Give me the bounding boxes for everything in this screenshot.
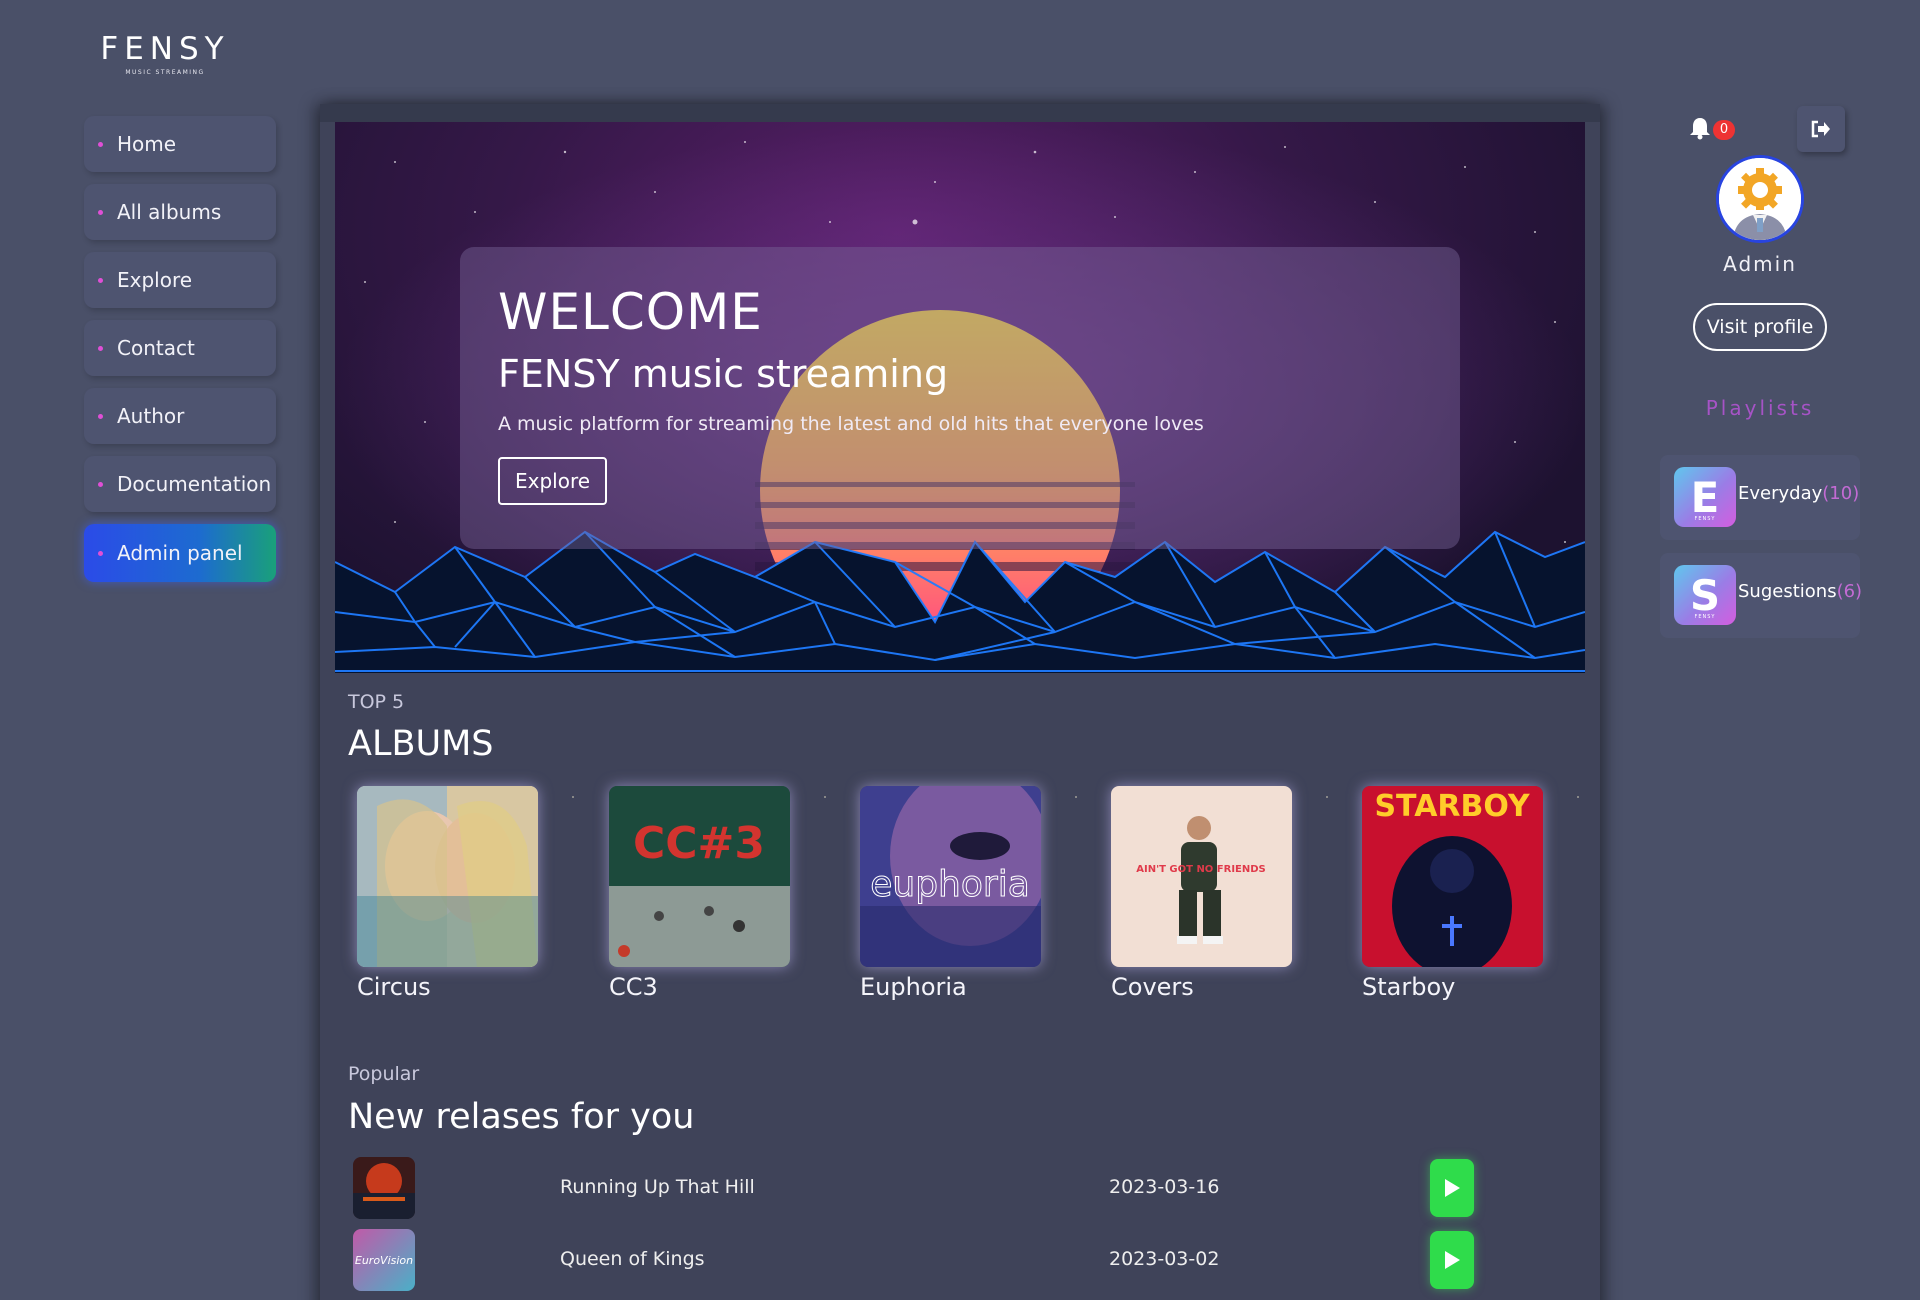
nav-item-label: Contact — [117, 336, 195, 360]
playlists-heading: Playlists — [1705, 396, 1815, 420]
album-title: Covers — [1111, 973, 1194, 1001]
main-content: WELCOME FENSY music streaming A music pl… — [320, 104, 1600, 1300]
track-title: Running Up That Hill — [560, 1176, 755, 1198]
playlist-icon: E FENSY — [1674, 467, 1736, 527]
nav-item-documentation[interactable]: Documentation — [84, 456, 276, 512]
nav-item-label: Explore — [117, 268, 193, 292]
hero-title: WELCOME — [498, 283, 763, 341]
avatar[interactable] — [1716, 155, 1804, 243]
album-card-cc3[interactable]: CC#3 CC3 — [609, 786, 790, 1001]
starboy-cover-text: STARBOY — [1374, 789, 1530, 824]
separator-dot — [1075, 796, 1077, 798]
play-button[interactable] — [1430, 1231, 1474, 1289]
bell-icon[interactable] — [1689, 116, 1711, 144]
explore-button[interactable]: Explore — [498, 457, 608, 505]
album-cover-image[interactable]: STARBOY — [1362, 786, 1543, 967]
albums-kicker: TOP 5 — [348, 691, 405, 713]
album-title: Circus — [357, 973, 431, 1001]
releases-heading: New relases for you — [348, 1097, 695, 1137]
track-title: Queen of Kings — [560, 1248, 705, 1270]
nav-item-contact[interactable]: Contact — [84, 320, 276, 376]
album-cover-image[interactable] — [357, 786, 538, 967]
playlist-item-sugestions[interactable]: S FENSY Sugestions(6) — [1660, 553, 1863, 638]
release-date: 2023-03-16 — [1109, 1176, 1220, 1198]
nav-item-label: Documentation — [117, 472, 272, 496]
nav-item-admin-panel[interactable]: Admin panel — [84, 524, 276, 582]
album-cover-image[interactable]: CC#3 — [609, 786, 790, 967]
bullet-icon — [98, 550, 103, 556]
logout-button[interactable] — [1797, 106, 1845, 152]
album-card-starboy[interactable]: STARBOY Starboy — [1362, 786, 1543, 1001]
nav-item-label: Author — [117, 404, 185, 428]
visit-profile-button[interactable]: Visit profile — [1693, 303, 1827, 351]
covers-cover-text: AIN'T GOT NO FRIENDS — [1136, 864, 1266, 875]
album-title: CC3 — [609, 973, 658, 1001]
nav-item-all-albums[interactable]: All albums — [84, 184, 276, 240]
logo-tagline: MUSIC STREAMING — [125, 69, 205, 76]
playlist-count: (6) — [1836, 581, 1863, 602]
cc3-cover-art: CC#3 — [609, 786, 790, 967]
album-cover-image[interactable]: AIN'T GOT NO FRIENDS — [1111, 786, 1292, 967]
play-icon — [1445, 1251, 1460, 1269]
app-logo[interactable]: FENSY MUSIC STREAMING — [94, 31, 236, 77]
album-cover-image[interactable]: euphoria — [860, 786, 1041, 967]
separator-dot — [824, 796, 826, 798]
nav-item-explore[interactable]: Explore — [84, 252, 276, 308]
nav-item-label: All albums — [117, 200, 222, 224]
bullet-icon — [98, 209, 103, 215]
releases-kicker: Popular — [348, 1063, 420, 1085]
cc3-cover-text: CC#3 — [633, 818, 765, 869]
album-title: Starboy — [1362, 973, 1456, 1001]
bullet-icon — [98, 413, 103, 419]
separator-dot — [1326, 796, 1328, 798]
logo-wordmark: FENSY — [100, 31, 230, 67]
playlist-icon: S FENSY — [1674, 565, 1736, 625]
nav-item-label: Home — [117, 132, 177, 156]
nav-item-home[interactable]: Home — [84, 116, 276, 172]
album-card-circus[interactable]: Circus — [357, 786, 538, 1001]
logout-icon — [1811, 120, 1830, 138]
list-item[interactable]: Running Up That Hill 2023-03-16 — [353, 1152, 1553, 1224]
play-icon — [1445, 1179, 1460, 1197]
album-card-euphoria[interactable]: euphoria Euphoria — [860, 786, 1041, 1001]
play-button[interactable] — [1430, 1159, 1474, 1217]
user-name: Admin — [1723, 252, 1797, 276]
playlist-count: (10) — [1822, 483, 1860, 504]
svg-text:EuroVision: EuroVision — [355, 1254, 413, 1267]
playlist-item-everyday[interactable]: E FENSY Everyday(10) — [1660, 455, 1860, 540]
euphoria-cover-art: euphoria — [860, 786, 1041, 967]
nav-item-label: Admin panel — [117, 541, 243, 565]
hero-description: A music platform for streaming the lates… — [498, 413, 1204, 435]
nav-item-author[interactable]: Author — [84, 388, 276, 444]
bullet-icon — [98, 277, 103, 283]
eurovision-thumb: EuroVision — [353, 1229, 415, 1291]
album-title: Euphoria — [860, 973, 967, 1001]
albums-heading: ALBUMS — [348, 724, 494, 764]
releases-list: Running Up That Hill 2023-03-16 EuroVisi… — [353, 1152, 1553, 1296]
stranger-things-thumb — [353, 1157, 415, 1219]
playlist-name: Everyday — [1738, 483, 1823, 504]
admin-avatar-icon — [1719, 158, 1801, 240]
sidebar-nav: Home All albums Explore Contact Author D… — [84, 116, 276, 594]
hero-banner: WELCOME FENSY music streaming A music pl… — [335, 122, 1585, 673]
album-card-covers[interactable]: AIN'T GOT NO FRIENDS Covers — [1111, 786, 1292, 1001]
album-carousel: Circus CC#3 CC3 euphoria Euphoria AIN'T … — [357, 786, 1587, 1001]
circus-cover-art — [357, 786, 538, 967]
bullet-icon — [98, 345, 103, 351]
separator-dot — [572, 796, 574, 798]
release-date: 2023-03-02 — [1109, 1248, 1220, 1270]
list-item[interactable]: EuroVision Queen of Kings 2023-03-02 — [353, 1224, 1553, 1296]
hero-subtitle: FENSY music streaming — [498, 352, 949, 396]
euphoria-cover-text: euphoria — [870, 864, 1030, 905]
hero-card: WELCOME FENSY music streaming A music pl… — [460, 247, 1460, 549]
bullet-icon — [98, 141, 103, 147]
covers-cover-art: AIN'T GOT NO FRIENDS — [1111, 786, 1292, 967]
starboy-cover-art: STARBOY — [1362, 786, 1543, 967]
playlist-name: Sugestions — [1738, 581, 1837, 602]
bullet-icon — [98, 481, 103, 487]
notification-badge: 0 — [1713, 120, 1735, 140]
separator-dot — [1577, 796, 1579, 798]
